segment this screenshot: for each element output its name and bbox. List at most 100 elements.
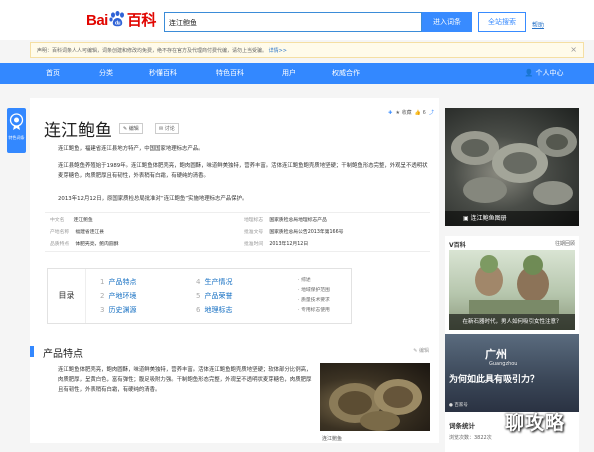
info-row: 批准时间 2013年12月12日 [244, 239, 308, 250]
nav-item-second-know[interactable]: 秒懂百科 [138, 63, 188, 84]
side-tab-label: 特色词条 [8, 135, 25, 140]
toc-label: 目录 [48, 269, 86, 323]
promo-city: 广州 [485, 348, 507, 361]
toc-subitem[interactable]: · 地域保护范围 [298, 286, 330, 293]
section-paragraph: 连江鲍鱼体肥壳亮，鲍肉圆酥，味道鲜美独特，营养丰富。活体连江鲍鱼鲍壳质地坚硬；软… [58, 367, 312, 393]
help-link[interactable]: 帮助 [532, 20, 544, 29]
info-key: 批准时间 [244, 242, 264, 247]
promo-brand: ● 百家号 [449, 402, 468, 408]
nav-item-users[interactable]: 用户 [264, 63, 314, 84]
toc-item[interactable]: 1 产品特点 [100, 277, 136, 287]
discuss-button-label: 讨论 [164, 126, 175, 132]
info-row: 批准文号 国家质检总局公告2013年第166号 [244, 227, 343, 238]
featured-badge-icon [9, 113, 24, 130]
promo-card[interactable]: 广州 Guangzhou 为何如此具有吸引力？ ● 百家号 [445, 334, 579, 412]
basic-info-box: 中文名 连江鲍鱼 产地名称 福建省连江县 品质特点 体肥壳亮，鲍肉圆酥 地理标志… [45, 212, 430, 252]
info-key: 批准文号 [244, 230, 264, 235]
info-value: 国家质检总局地理标志产品 [269, 218, 327, 223]
share-icon[interactable]: ⤴ [429, 110, 434, 116]
main-nav: 首页 分类 秒懂百科 特色百科 用户 权威合作 👤 个人中心 [0, 63, 594, 84]
section-edit-button[interactable]: ✎ 编辑 [413, 347, 429, 354]
info-value: 2013年12月12日 [269, 242, 309, 247]
product-image[interactable] [320, 363, 430, 431]
info-key: 产地名称 [50, 230, 70, 235]
info-value: 体肥壳亮，鲍肉圆酥 [75, 242, 119, 247]
info-row: 产地名称 福建省连江县 [50, 227, 104, 238]
toc-subitem-text: 专用标志使用 [301, 308, 330, 313]
stats-row: 浏览次数：3822次 [449, 435, 492, 441]
toc-item-num: 1 [100, 278, 105, 286]
summary-paragraph-1: 连江鲍鱼，福建省连江县地方特产，中国国家地理标志产品。 [58, 146, 204, 152]
info-row: 中文名 连江鲍鱼 [50, 215, 93, 226]
notice-more-link[interactable]: 详情>> [269, 48, 287, 54]
video-more-link[interactable]: 往期回顾 [555, 240, 575, 247]
gallery-caption: ▣ 连江鲍鱼图册 [445, 211, 579, 226]
nav-user-center-label: 个人中心 [535, 69, 564, 77]
thumb-up-icon[interactable]: 👍 [415, 110, 421, 116]
nav-item-authority[interactable]: 权威合作 [321, 63, 371, 84]
user-icon: 👤 [524, 69, 534, 77]
toc-item-num: 4 [196, 278, 201, 286]
promo-brand-label: 百家号 [454, 403, 468, 408]
video-baike-card: V百科 往期回顾 在新石器时代，男人如何吸引女性注意？ [445, 236, 579, 334]
toc-item[interactable]: 5 产品荣誉 [196, 291, 232, 301]
product-image-caption: 连江鲍鱼 [322, 436, 343, 442]
toc-subitem-text: 综述 [301, 278, 311, 283]
edit-button[interactable]: ✎ 编辑 [119, 123, 143, 134]
info-key: 品质特点 [50, 242, 70, 247]
nav-item-home[interactable]: 首页 [28, 63, 78, 84]
toc-subitem-text: 质量技术要求 [301, 298, 330, 303]
logo-text-left: Bai [86, 12, 108, 29]
video-thumbnail[interactable]: 在新石器时代，男人如何吸引女性注意？ [449, 250, 575, 330]
info-key: 中文名 [50, 218, 65, 223]
nav-item-featured[interactable]: 特色百科 [205, 63, 255, 84]
add-icon[interactable]: ✚ [388, 110, 392, 116]
toc-item-text: 地理标志 [204, 306, 233, 314]
notice-text: 声明：百科词条人人可编辑，词条创建和修改均免费，绝不存在官方及代理商付费代编，请… [37, 48, 268, 54]
entry-actions: ✚ ★ 收藏 👍 6 ⤴ [388, 109, 434, 116]
toc-item-text: 产地环境 [108, 292, 137, 300]
pencil-icon: ✎ [123, 126, 128, 132]
discuss-button[interactable]: ✉ 讨论 [155, 123, 179, 134]
summary-paragraph-2: 连江县鲍鱼养殖始于1989年。连江鲍鱼体肥壳亮，鲍肉圆酥，味道鲜美独特，营养丰富… [58, 163, 428, 179]
gallery-caption-label: 连江鲍鱼图册 [470, 215, 507, 222]
toc-item[interactable]: 4 生产情况 [196, 277, 232, 287]
star-icon[interactable]: ★ [396, 110, 400, 116]
info-value: 连江鲍鱼 [73, 218, 93, 223]
stats-title: 词条统计 [449, 422, 475, 430]
video-caption: 在新石器时代，男人如何吸引女性注意？ [449, 314, 575, 330]
toc-subitem[interactable]: · 质量技术要求 [298, 296, 330, 303]
enter-entry-button[interactable]: 进入词条 [422, 12, 472, 32]
chat-icon: ✉ [159, 126, 164, 132]
section-title: 产品特点 [43, 349, 83, 360]
collect-label[interactable]: 收藏 [402, 110, 412, 116]
featured-entry-tab[interactable]: 特色词条 [7, 108, 26, 153]
search-input[interactable]: 连江鲍鱼 [164, 12, 422, 32]
promo-city-en: Guangzhou [489, 361, 518, 367]
nav-user-center[interactable]: 👤 个人中心 [514, 63, 574, 84]
toc-subitem[interactable]: · 专用标志使用 [298, 306, 330, 313]
toc-item-text: 生产情况 [204, 278, 233, 286]
edit-button-label: 编辑 [128, 126, 139, 132]
caveman-illustration [469, 255, 559, 314]
info-key: 地理标志 [244, 218, 264, 223]
toc-item[interactable]: 2 产地环境 [100, 291, 136, 301]
summary-paragraph-3: 2013年12月12日，原国家质检总局批准对“连江鲍鱼”实施地理标志产品保护。 [58, 196, 248, 202]
section-edit-label: 编辑 [418, 348, 429, 354]
logo-text-right: 百科 [126, 12, 157, 29]
toc-subitem[interactable]: · 综述 [298, 276, 311, 283]
close-icon[interactable]: × [570, 45, 577, 54]
watermark: 聊攻略 [505, 412, 566, 434]
toc-item[interactable]: 6 地理标志 [196, 305, 232, 315]
nav-item-category[interactable]: 分类 [81, 63, 131, 84]
section-marker [30, 346, 34, 357]
header: Bai du 百科 连江鲍鱼 进入词条 全站搜索 帮助 [0, 0, 594, 40]
svg-text:du: du [115, 21, 121, 27]
baidu-baike-logo[interactable]: Bai du 百科 [86, 9, 156, 30]
info-value: 福建省连江县 [75, 230, 105, 235]
toc-item[interactable]: 3 历史渊源 [100, 305, 136, 315]
toc-item-text: 产品荣誉 [204, 292, 233, 300]
site-search-button[interactable]: 全站搜索 [478, 12, 526, 32]
gallery-image[interactable]: ▣ 连江鲍鱼图册 [445, 108, 579, 226]
toc-item-num: 3 [100, 306, 105, 314]
